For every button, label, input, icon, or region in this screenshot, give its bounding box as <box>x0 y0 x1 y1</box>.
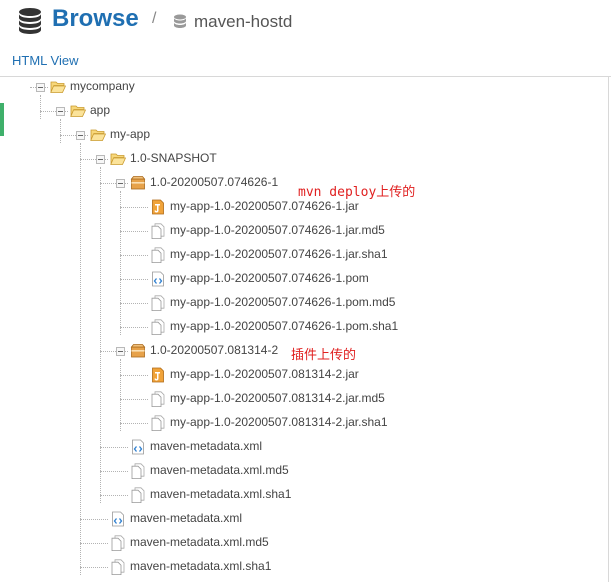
collapse-toggle[interactable] <box>36 83 45 92</box>
file-icon <box>131 463 145 479</box>
file-icon <box>111 535 125 551</box>
file-icon <box>151 247 165 263</box>
folder-open-icon <box>90 129 106 141</box>
tree-connector <box>80 567 108 568</box>
jar-file-icon <box>152 199 164 215</box>
tree-connector <box>120 303 148 304</box>
tree-node-label[interactable]: my-app-1.0-20200507.074626-1.pom.sha1 <box>170 319 398 333</box>
tree-node-label[interactable]: maven-metadata.xml <box>130 511 242 525</box>
tree-node-label[interactable]: maven-metadata.xml <box>150 439 262 453</box>
tree-node-label[interactable]: my-app-1.0-20200507.074626-1.jar.md5 <box>170 223 385 237</box>
package-icon <box>130 344 146 358</box>
tree-connector <box>120 231 148 232</box>
tree-node-label[interactable]: my-app-1.0-20200507.081314-2.jar.sha1 <box>170 415 388 429</box>
tree-connector <box>80 543 108 544</box>
tree-node-label[interactable]: maven-metadata.xml.md5 <box>130 535 269 549</box>
annotation-mvn-deploy: mvn deploy上传的 <box>298 185 416 200</box>
tree-connector <box>100 447 128 448</box>
folder-open-icon <box>70 105 86 117</box>
file-icon <box>151 223 165 239</box>
file-icon <box>151 319 165 335</box>
tree-node[interactable] <box>0 485 600 505</box>
annotation-plugin: 插件上传的 <box>291 348 357 363</box>
tree-node-label[interactable]: maven-metadata.xml.sha1 <box>150 487 291 501</box>
file-icon <box>151 295 165 311</box>
tree-node-label[interactable]: mycompany <box>70 79 135 93</box>
package-icon <box>130 176 146 190</box>
tree-connector <box>120 423 148 424</box>
tree-connector <box>100 471 128 472</box>
collapse-toggle[interactable] <box>116 179 125 188</box>
collapse-toggle[interactable] <box>116 347 125 356</box>
tree-connector <box>120 255 148 256</box>
tree-connector <box>120 399 148 400</box>
tree-node-label[interactable]: 1.0-20200507.074626-1 <box>150 175 278 189</box>
folder-open-icon <box>110 153 126 165</box>
collapse-toggle[interactable] <box>56 107 65 116</box>
tree-connector <box>80 519 108 520</box>
tree-node-label[interactable]: my-app-1.0-20200507.081314-2.jar <box>170 367 359 381</box>
xml-file-icon <box>152 271 164 287</box>
file-icon <box>131 487 145 503</box>
tree-connector <box>120 279 148 280</box>
file-icon <box>111 559 125 575</box>
tree-node-label[interactable]: 1.0-SNAPSHOT <box>130 151 217 165</box>
tree-connector <box>120 207 148 208</box>
tree-node-label[interactable]: my-app-1.0-20200507.074626-1.pom.md5 <box>170 295 395 309</box>
tree-node-label[interactable]: maven-metadata.xml.sha1 <box>130 559 271 573</box>
tree-connector <box>120 375 148 376</box>
file-icon <box>151 415 165 431</box>
tree-node[interactable] <box>0 437 600 457</box>
tree-connector <box>100 495 128 496</box>
tree-connector <box>120 327 148 328</box>
tree-node-label[interactable]: my-app-1.0-20200507.074626-1.jar <box>170 199 359 213</box>
folder-open-icon <box>50 81 66 93</box>
jar-file-icon <box>152 367 164 383</box>
collapse-toggle[interactable] <box>76 131 85 140</box>
tree-node-label[interactable]: my-app-1.0-20200507.081314-2.jar.md5 <box>170 391 385 405</box>
tree-node-label[interactable]: my-app-1.0-20200507.074626-1.jar.sha1 <box>170 247 388 261</box>
tree-node-label[interactable]: my-app <box>110 127 150 141</box>
file-icon <box>151 391 165 407</box>
xml-file-icon <box>112 511 124 527</box>
tree-node-label[interactable]: 1.0-20200507.081314-2 <box>150 343 278 357</box>
tree-node-label[interactable]: maven-metadata.xml.md5 <box>150 463 289 477</box>
tree-node[interactable] <box>0 461 600 481</box>
tree-node-label[interactable]: app <box>90 103 110 117</box>
tree-node-label[interactable]: my-app-1.0-20200507.074626-1.pom <box>170 271 369 285</box>
xml-file-icon <box>132 439 144 455</box>
collapse-toggle[interactable] <box>96 155 105 164</box>
file-tree: mycompany app my-app 1.0-SNAPSHOT 1.0-202005… <box>0 0 611 582</box>
